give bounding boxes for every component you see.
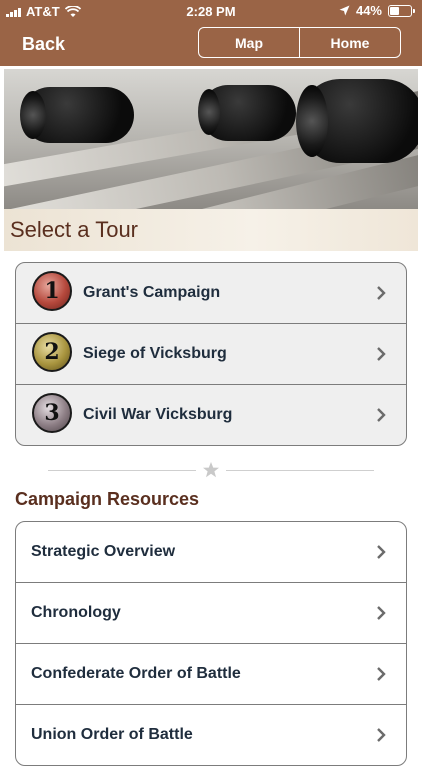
tour-number-badge-icon: 1: [32, 271, 72, 311]
location-arrow-icon: [339, 5, 350, 16]
resource-label: Chronology: [31, 604, 121, 621]
tour-item-grants-campaign[interactable]: 1 Grant's Campaign: [16, 263, 406, 323]
resource-item-chronology[interactable]: Chronology: [16, 582, 406, 643]
chevron-right-icon: [377, 408, 386, 422]
tour-number: 3: [44, 400, 60, 426]
resource-item-union-order-of-battle[interactable]: Union Order of Battle: [16, 704, 406, 765]
star-icon: [203, 462, 219, 478]
tour-list: 1 Grant's Campaign 2 Siege of Vicksburg …: [15, 262, 407, 446]
chevron-right-icon: [377, 286, 386, 300]
resource-item-strategic-overview[interactable]: Strategic Overview: [16, 522, 406, 582]
tour-number-badge-icon: 3: [32, 393, 72, 433]
tour-number: 2: [44, 339, 60, 365]
status-right: 44%: [339, 3, 415, 18]
tour-item-siege-of-vicksburg[interactable]: 2 Siege of Vicksburg: [16, 323, 406, 384]
battery-icon: [388, 4, 415, 17]
status-bar: AT&T 2:28 PM 44%: [0, 0, 422, 22]
tour-item-civil-war-vicksburg[interactable]: 3 Civil War Vicksburg: [16, 384, 406, 445]
tour-number-badge-icon: 2: [32, 332, 72, 372]
chevron-right-icon: [377, 667, 386, 681]
tour-number: 1: [44, 278, 60, 304]
resource-label: Strategic Overview: [31, 543, 176, 560]
resources-list: Strategic Overview Chronology Confederat…: [15, 521, 407, 766]
page-title: Select a Tour: [10, 217, 139, 242]
back-button[interactable]: Back: [22, 34, 65, 55]
hero-image-cannons: [4, 69, 418, 209]
chevron-right-icon: [377, 347, 386, 361]
top-bar: AT&T 2:28 PM 44% Back Map Home: [0, 0, 422, 66]
tour-label: Civil War Vicksburg: [83, 406, 233, 423]
resources-title: Campaign Resources: [15, 489, 200, 509]
tour-label: Grant's Campaign: [83, 284, 221, 301]
chevron-right-icon: [377, 545, 386, 559]
resource-label: Confederate Order of Battle: [31, 665, 241, 682]
nav-segmented-control: Map Home: [198, 27, 401, 58]
map-button[interactable]: Map: [199, 28, 299, 57]
resource-label: Union Order of Battle: [31, 726, 193, 743]
resource-item-confederate-order-of-battle[interactable]: Confederate Order of Battle: [16, 643, 406, 704]
chevron-right-icon: [377, 606, 386, 620]
tour-label: Siege of Vicksburg: [83, 345, 227, 362]
home-button[interactable]: Home: [299, 28, 400, 57]
chevron-right-icon: [377, 728, 386, 742]
section-title-bar: Select a Tour: [4, 209, 418, 251]
battery-percent: 44%: [355, 3, 382, 18]
section-divider: [48, 461, 374, 479]
